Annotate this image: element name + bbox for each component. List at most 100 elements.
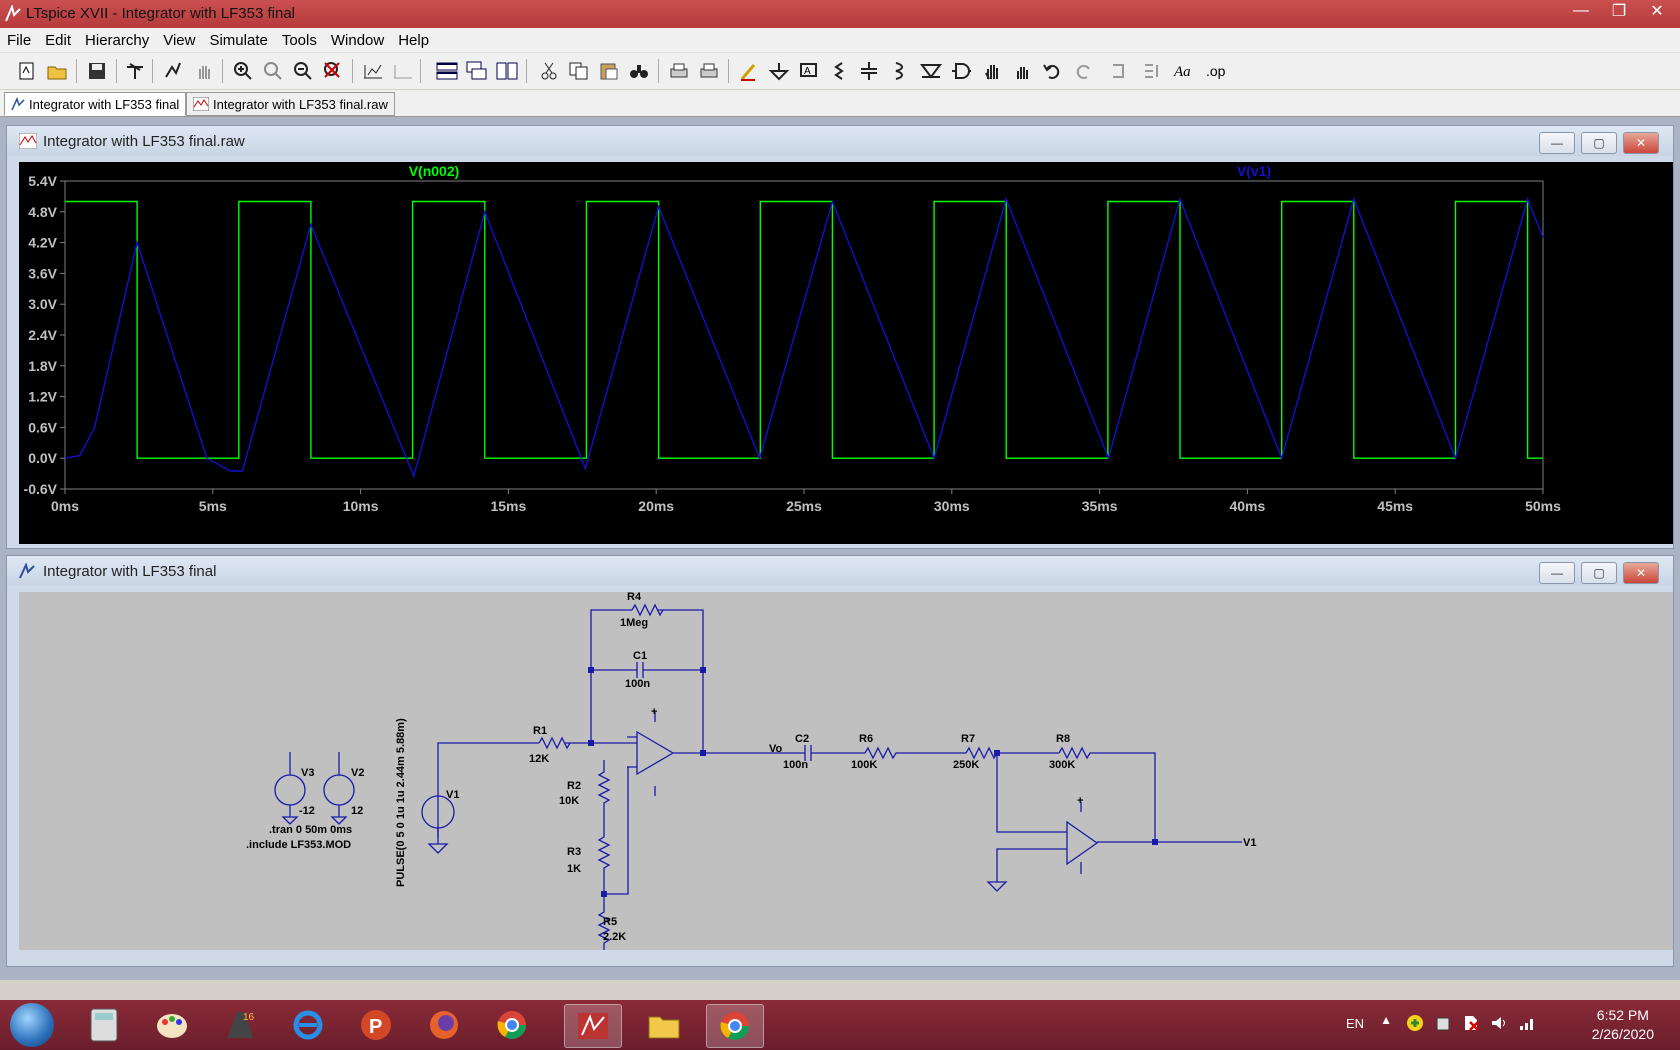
- v2-source[interactable]: [323, 774, 355, 806]
- menu-window[interactable]: Window: [324, 32, 391, 49]
- run-icon[interactable]: [160, 59, 186, 83]
- language-indicator[interactable]: EN: [1346, 1016, 1364, 1031]
- network-icon[interactable]: [1518, 1014, 1536, 1035]
- find-icon[interactable]: [626, 59, 652, 83]
- save-icon[interactable]: [84, 59, 110, 83]
- tile-horizontal-icon[interactable]: [434, 59, 460, 83]
- inductor-icon[interactable]: [886, 59, 912, 83]
- minimize-button[interactable]: —: [1564, 0, 1598, 22]
- menu-tools[interactable]: Tools: [275, 32, 324, 49]
- rotate-icon[interactable]: [1108, 59, 1134, 83]
- menu-simulate[interactable]: Simulate: [202, 32, 274, 49]
- spice-directive-icon[interactable]: .op: [1204, 59, 1230, 83]
- control-panel-icon[interactable]: [122, 59, 148, 83]
- powerpoint-icon[interactable]: P: [348, 1004, 404, 1046]
- new-schematic-icon[interactable]: [14, 59, 40, 83]
- menu-file[interactable]: File: [0, 32, 38, 49]
- zoom-in-icon[interactable]: [230, 59, 256, 83]
- cut-icon[interactable]: [536, 59, 562, 83]
- label-c1: C1: [633, 650, 647, 662]
- drag-hand-icon[interactable]: [1010, 59, 1036, 83]
- tab-schematic[interactable]: Integrator with LF353 final: [4, 92, 187, 116]
- action-center-icon[interactable]: [1462, 1014, 1480, 1035]
- label-r7-value: 250K: [953, 759, 979, 771]
- paste-icon[interactable]: [596, 59, 622, 83]
- v3-source[interactable]: [274, 774, 306, 806]
- start-button[interactable]: [10, 1003, 54, 1047]
- clock[interactable]: 6:52 PM 2/26/2020: [1592, 1006, 1654, 1044]
- volume-icon[interactable]: [1490, 1014, 1508, 1035]
- zoom-pan-icon[interactable]: [260, 59, 286, 83]
- waveform-window-titlebar[interactable]: Integrator with LF353 final.raw — ▢ ✕: [7, 126, 1673, 156]
- schematic-window-titlebar[interactable]: Integrator with LF353 final — ▢ ✕: [7, 556, 1673, 586]
- schematic-maximize-button[interactable]: ▢: [1581, 562, 1617, 584]
- menu-view[interactable]: View: [156, 32, 202, 49]
- paint-icon[interactable]: [144, 1004, 200, 1046]
- chrome-window-icon[interactable]: [706, 1004, 764, 1048]
- tile-vertical-icon[interactable]: [494, 59, 520, 83]
- waveform-close-button[interactable]: ✕: [1623, 132, 1659, 154]
- cascade-icon[interactable]: [464, 59, 490, 83]
- move-hand-icon[interactable]: [980, 59, 1006, 83]
- autorange-icon[interactable]: [360, 59, 386, 83]
- include-directive[interactable]: .include LF353.MOD: [246, 839, 351, 851]
- label-r6: R6: [859, 733, 873, 745]
- waveform-minimize-button[interactable]: —: [1539, 132, 1575, 154]
- c1-capacitor[interactable]: [591, 662, 703, 678]
- menu-edit[interactable]: Edit: [38, 32, 78, 49]
- y-tick-label: 0.0V: [28, 450, 57, 466]
- diode-icon[interactable]: [918, 59, 944, 83]
- calculator-icon[interactable]: [76, 1004, 132, 1046]
- security-icon[interactable]: [1406, 1014, 1424, 1035]
- open-folder-icon[interactable]: [44, 59, 70, 83]
- draw-wire-icon[interactable]: [736, 59, 762, 83]
- halt-hand-icon[interactable]: [192, 59, 218, 83]
- tab-waveform[interactable]: Integrator with LF353 final.raw: [186, 92, 395, 116]
- label-r4: R4: [627, 592, 642, 603]
- internet-explorer-icon[interactable]: [280, 1004, 336, 1046]
- zoom-out-icon[interactable]: [290, 59, 316, 83]
- tran-directive[interactable]: .tran 0 50m 0ms: [269, 824, 352, 836]
- copy-icon[interactable]: [566, 59, 592, 83]
- opamp-u2[interactable]: [1066, 820, 1099, 866]
- opamp-u1[interactable]: [636, 730, 675, 776]
- zoom-fit-icon[interactable]: [320, 59, 346, 83]
- waveform-maximize-button[interactable]: ▢: [1581, 132, 1617, 154]
- print-preview-icon[interactable]: [666, 59, 692, 83]
- autocad-icon[interactable]: 16: [212, 1004, 268, 1046]
- file-explorer-icon[interactable]: [636, 1004, 692, 1046]
- schematic-minimize-button[interactable]: —: [1539, 562, 1575, 584]
- r2-r3-resistors[interactable]: [597, 760, 611, 894]
- print-icon[interactable]: [696, 59, 722, 83]
- waveform-chart[interactable]: 5.4V 4.8V 4.2V 3.6V 3.0V 2.4V 1.8V 1.2V 0.6V 0.0V…: [19, 162, 1673, 544]
- clock-date: 2/26/2020: [1591, 1026, 1654, 1042]
- ltspice-taskbar-icon[interactable]: [564, 1004, 622, 1048]
- close-button[interactable]: ✕: [1640, 0, 1674, 22]
- text-icon[interactable]: Aa: [1172, 59, 1198, 83]
- label-net-icon[interactable]: A: [796, 59, 822, 83]
- firefox-icon[interactable]: [416, 1004, 472, 1046]
- pulse-directive[interactable]: PULSE(0 5 0 1u 1u 2.44m 5.88m): [395, 718, 407, 887]
- capacitor-icon[interactable]: [856, 59, 882, 83]
- ground-icon[interactable]: [766, 59, 792, 83]
- schematic-canvas[interactable]: R4 1Meg C1 100n R1 12K R2 10K R3 1K R5 2…: [19, 591, 1673, 950]
- restore-button[interactable]: ❐: [1602, 0, 1636, 22]
- chrome-icon[interactable]: [484, 1004, 540, 1046]
- r6-resistor[interactable]: [864, 746, 966, 760]
- undo-icon[interactable]: [1040, 59, 1066, 83]
- manual-limits-icon[interactable]: [390, 59, 416, 83]
- menu-help[interactable]: Help: [391, 32, 436, 49]
- menu-hierarchy[interactable]: Hierarchy: [78, 32, 156, 49]
- redo-icon[interactable]: [1070, 59, 1096, 83]
- schematic-close-button[interactable]: ✕: [1623, 562, 1659, 584]
- resistor-icon[interactable]: [826, 59, 852, 83]
- ltspice-app-icon[interactable]: [4, 5, 22, 23]
- waveform-plot[interactable]: 5.4V 4.8V 4.2V 3.6V 3.0V 2.4V 1.8V 1.2V 0.6V 0.0V…: [19, 162, 1673, 544]
- r7-resistor[interactable]: [965, 746, 1059, 760]
- removable-device-icon[interactable]: [1434, 1014, 1452, 1035]
- show-hidden-icons-icon[interactable]: ▲: [1380, 1013, 1392, 1027]
- x-tick-label: 20ms: [638, 498, 674, 514]
- component-icon[interactable]: [948, 59, 974, 83]
- mirror-icon[interactable]: [1140, 59, 1166, 83]
- menu-bar: File Edit Hierarchy View Simulate Tools …: [0, 28, 1680, 52]
